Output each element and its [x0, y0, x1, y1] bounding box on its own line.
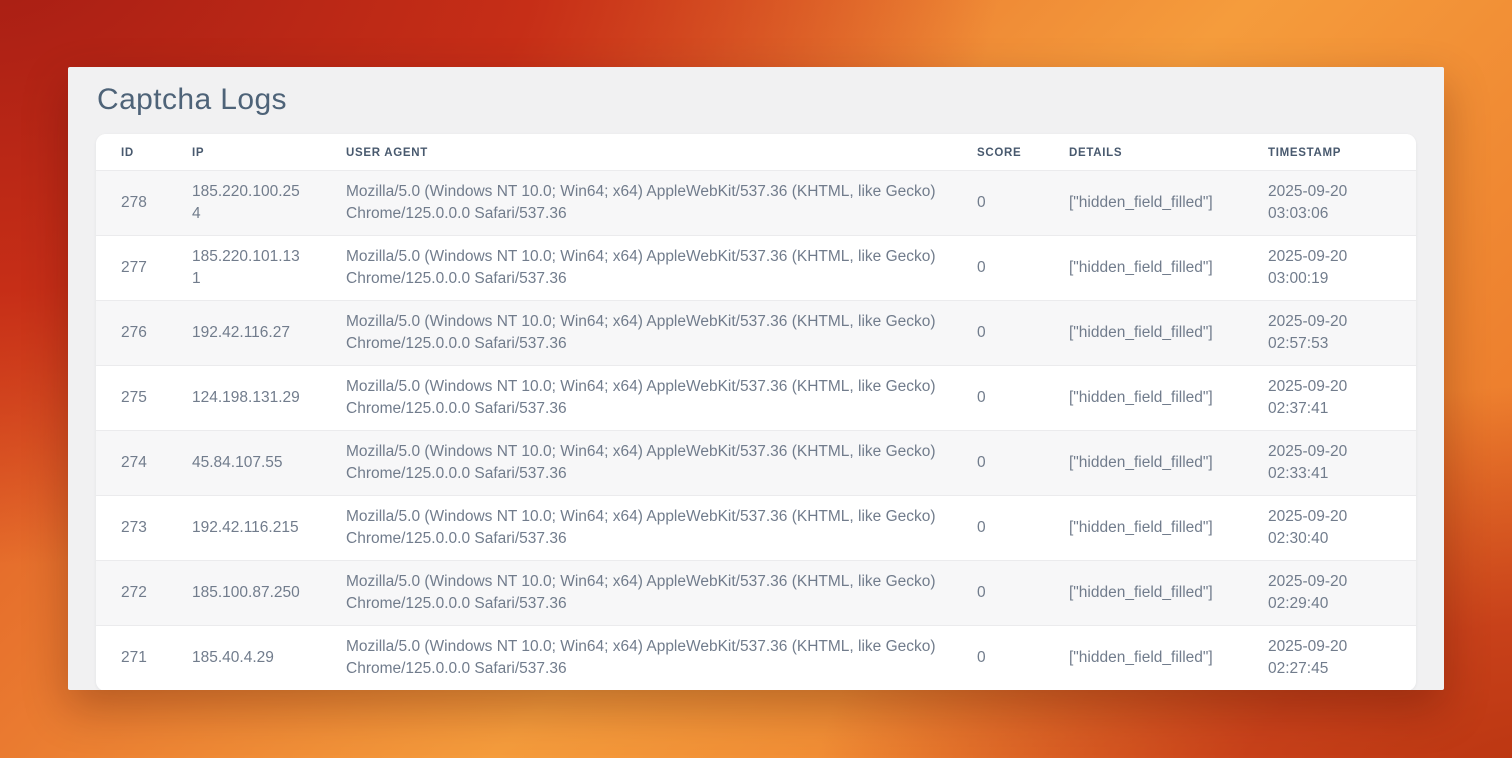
column-header-score: SCORE	[952, 134, 1044, 171]
table-row: 273192.42.116.215Mozilla/5.0 (Windows NT…	[96, 496, 1416, 561]
cell-score: 0	[952, 236, 1044, 301]
cell-details: ["hidden_field_filled"]	[1044, 236, 1243, 301]
cell-timestamp: 2025-09-20 03:00:19	[1243, 236, 1416, 301]
column-header-details: DETAILS	[1044, 134, 1243, 171]
cell-ip: 192.42.116.27	[167, 301, 321, 366]
table-header: IDIPUSER AGENTSCOREDETAILSTIMESTAMP	[96, 134, 1416, 171]
cell-timestamp: 2025-09-20 02:37:41	[1243, 366, 1416, 431]
column-header-id: ID	[96, 134, 167, 171]
cell-score: 0	[952, 626, 1044, 691]
cell-id: 272	[96, 561, 167, 626]
cell-user_agent: Mozilla/5.0 (Windows NT 10.0; Win64; x64…	[321, 171, 952, 236]
cell-details: ["hidden_field_filled"]	[1044, 431, 1243, 496]
cell-details: ["hidden_field_filled"]	[1044, 171, 1243, 236]
table-row: 275124.198.131.29Mozilla/5.0 (Windows NT…	[96, 366, 1416, 431]
cell-timestamp: 2025-09-20 03:03:06	[1243, 171, 1416, 236]
cell-score: 0	[952, 366, 1044, 431]
cell-user_agent: Mozilla/5.0 (Windows NT 10.0; Win64; x64…	[321, 366, 952, 431]
table-body: 278185.220.100.254Mozilla/5.0 (Windows N…	[96, 171, 1416, 691]
table-row: 271185.40.4.29Mozilla/5.0 (Windows NT 10…	[96, 626, 1416, 691]
cell-details: ["hidden_field_filled"]	[1044, 626, 1243, 691]
column-header-timestamp: TIMESTAMP	[1243, 134, 1416, 171]
cell-user_agent: Mozilla/5.0 (Windows NT 10.0; Win64; x64…	[321, 496, 952, 561]
cell-score: 0	[952, 496, 1044, 561]
cell-user_agent: Mozilla/5.0 (Windows NT 10.0; Win64; x64…	[321, 626, 952, 691]
cell-details: ["hidden_field_filled"]	[1044, 561, 1243, 626]
table-row: 278185.220.100.254Mozilla/5.0 (Windows N…	[96, 171, 1416, 236]
cell-id: 278	[96, 171, 167, 236]
captcha-logs-table-container: IDIPUSER AGENTSCOREDETAILSTIMESTAMP 2781…	[96, 134, 1416, 690]
cell-score: 0	[952, 301, 1044, 366]
cell-timestamp: 2025-09-20 02:33:41	[1243, 431, 1416, 496]
table-row: 276192.42.116.27Mozilla/5.0 (Windows NT …	[96, 301, 1416, 366]
cell-ip: 124.198.131.29	[167, 366, 321, 431]
column-header-ip: IP	[167, 134, 321, 171]
cell-timestamp: 2025-09-20 02:57:53	[1243, 301, 1416, 366]
cell-id: 274	[96, 431, 167, 496]
cell-score: 0	[952, 171, 1044, 236]
cell-id: 275	[96, 366, 167, 431]
page-title: Captcha Logs	[97, 83, 1416, 117]
cell-score: 0	[952, 561, 1044, 626]
captcha-logs-table: IDIPUSER AGENTSCOREDETAILSTIMESTAMP 2781…	[96, 134, 1416, 690]
cell-timestamp: 2025-09-20 02:29:40	[1243, 561, 1416, 626]
cell-ip: 185.220.101.131	[167, 236, 321, 301]
cell-ip: 185.40.4.29	[167, 626, 321, 691]
cell-ip: 45.84.107.55	[167, 431, 321, 496]
table-row: 27445.84.107.55Mozilla/5.0 (Windows NT 1…	[96, 431, 1416, 496]
cell-user_agent: Mozilla/5.0 (Windows NT 10.0; Win64; x64…	[321, 431, 952, 496]
table-row: 272185.100.87.250Mozilla/5.0 (Windows NT…	[96, 561, 1416, 626]
cell-score: 0	[952, 431, 1044, 496]
cell-details: ["hidden_field_filled"]	[1044, 301, 1243, 366]
cell-details: ["hidden_field_filled"]	[1044, 366, 1243, 431]
table-row: 277185.220.101.131Mozilla/5.0 (Windows N…	[96, 236, 1416, 301]
cell-ip: 192.42.116.215	[167, 496, 321, 561]
cell-user_agent: Mozilla/5.0 (Windows NT 10.0; Win64; x64…	[321, 236, 952, 301]
cell-user_agent: Mozilla/5.0 (Windows NT 10.0; Win64; x64…	[321, 561, 952, 626]
cell-details: ["hidden_field_filled"]	[1044, 496, 1243, 561]
cell-user_agent: Mozilla/5.0 (Windows NT 10.0; Win64; x64…	[321, 301, 952, 366]
cell-id: 277	[96, 236, 167, 301]
cell-timestamp: 2025-09-20 02:27:45	[1243, 626, 1416, 691]
cell-id: 273	[96, 496, 167, 561]
column-header-user_agent: USER AGENT	[321, 134, 952, 171]
cell-id: 276	[96, 301, 167, 366]
cell-timestamp: 2025-09-20 02:30:40	[1243, 496, 1416, 561]
captcha-logs-card: Captcha Logs IDIPUSER AGENTSCOREDETAILST…	[68, 67, 1444, 690]
cell-ip: 185.220.100.254	[167, 171, 321, 236]
cell-id: 271	[96, 626, 167, 691]
cell-ip: 185.100.87.250	[167, 561, 321, 626]
table-header-row: IDIPUSER AGENTSCOREDETAILSTIMESTAMP	[96, 134, 1416, 171]
